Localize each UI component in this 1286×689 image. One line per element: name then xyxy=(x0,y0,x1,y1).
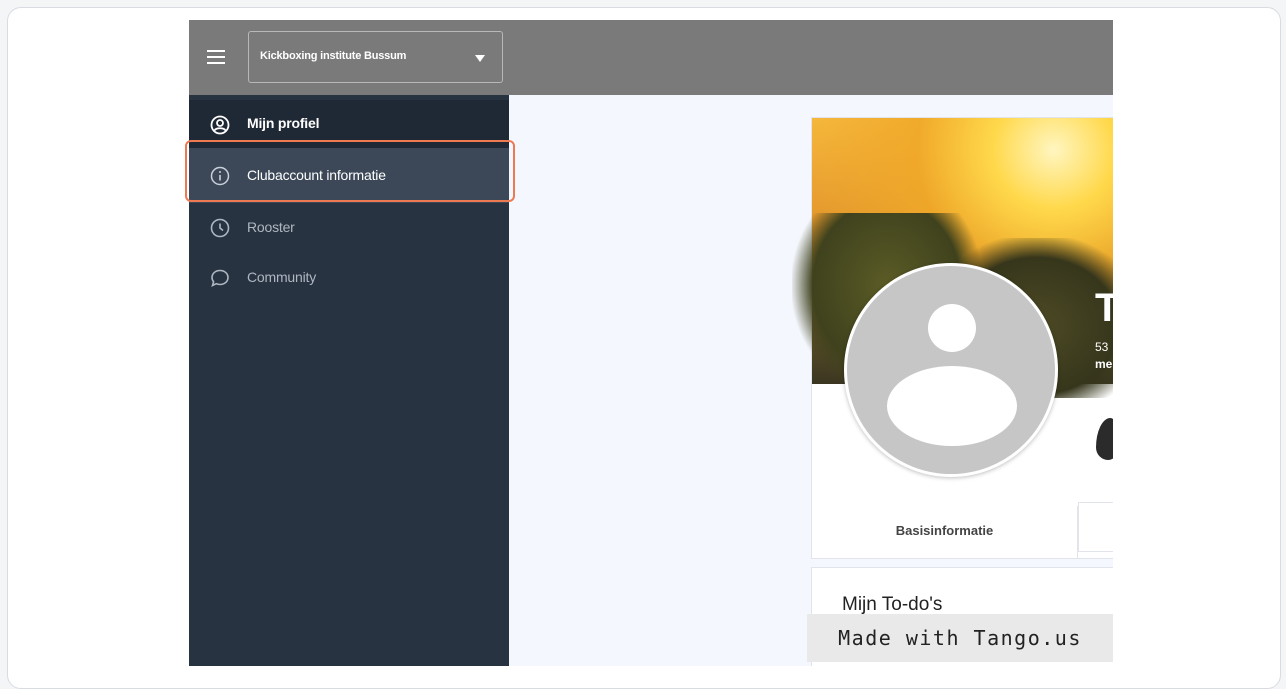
sidebar-item-clubaccount-informatie[interactable]: Clubaccount informatie xyxy=(189,148,509,203)
sidebar-item-community[interactable]: Community xyxy=(189,253,509,303)
app-window: Kickboxing institute Bussum Mijn profiel… xyxy=(189,20,1113,666)
default-avatar-icon[interactable] xyxy=(844,263,1058,477)
top-bar: Kickboxing institute Bussum xyxy=(189,20,1113,95)
user-circle-icon xyxy=(210,115,230,135)
main-content: T 53 me Basisinformatie Mijn To-do's xyxy=(509,95,1113,666)
caret-down-icon xyxy=(475,55,485,62)
hamburger-icon[interactable] xyxy=(207,50,225,64)
club-select-value: Kickboxing institute Bussum xyxy=(260,50,407,62)
sidebar: Mijn profiel Clubaccount informatie Roos… xyxy=(189,95,509,666)
tab-basisinformatie[interactable]: Basisinformatie xyxy=(812,506,1078,558)
club-logo-icon xyxy=(1096,418,1113,460)
sidebar-item-label: Community xyxy=(247,269,316,285)
cover-title: T xyxy=(1095,286,1113,330)
cover-number: 53 xyxy=(1095,340,1109,354)
sidebar-item-label: Clubaccount informatie xyxy=(247,167,386,183)
tab-next[interactable] xyxy=(1078,502,1113,552)
clock-icon xyxy=(210,218,230,238)
info-circle-icon xyxy=(210,166,230,186)
todo-title: Mijn To-do's xyxy=(842,594,943,615)
chat-bubble-icon xyxy=(211,269,229,287)
tab-label: Basisinformatie xyxy=(895,523,994,538)
tango-watermark: Made with Tango.us xyxy=(807,614,1113,662)
profile-card: T 53 me Basisinformatie xyxy=(792,117,1113,559)
cover-subtitle: me xyxy=(1095,357,1113,371)
sidebar-item-label: Mijn profiel xyxy=(247,115,320,131)
sidebar-item-rooster[interactable]: Rooster xyxy=(189,203,509,253)
sidebar-item-mijn-profiel[interactable]: Mijn profiel xyxy=(189,100,509,148)
sidebar-item-label: Rooster xyxy=(247,219,295,235)
club-select[interactable]: Kickboxing institute Bussum xyxy=(248,31,503,83)
watermark-text: Made with Tango.us xyxy=(838,626,1082,650)
